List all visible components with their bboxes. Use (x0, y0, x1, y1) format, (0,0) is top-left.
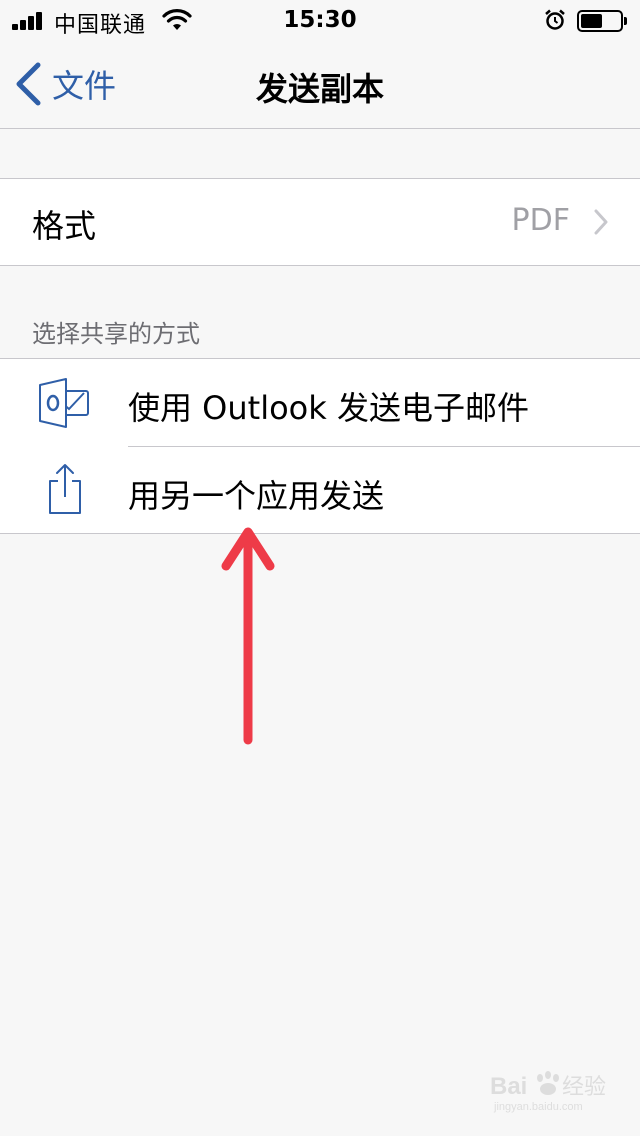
format-value: PDF (511, 203, 570, 238)
screen: 中国联通 15:30 文件 发送副本 格式 PDF 选择共享的方式 使用 Out… (0, 0, 640, 1136)
svg-text:经验: 经验 (562, 1075, 606, 1100)
share-options-list: 使用 Outlook 发送电子邮件 用另一个应用发送 (0, 358, 640, 534)
annotation-arrow-icon (221, 527, 275, 745)
share-other-app-label: 用另一个应用发送 (128, 477, 385, 515)
baidu-jingyan-watermark-logo: Bai 经验 jingyan.baidu.com (490, 1071, 606, 1113)
status-bar: 中国联通 15:30 (0, 0, 640, 40)
alarm-clock-icon (545, 9, 565, 30)
battery-icon (577, 10, 627, 32)
svg-text:jingyan.baidu.com: jingyan.baidu.com (493, 1101, 583, 1113)
svg-text:Bai: Bai (490, 1073, 527, 1100)
share-icon (49, 464, 81, 514)
share-other-app-item[interactable]: 用另一个应用发送 (0, 447, 640, 534)
chevron-right-icon (594, 209, 608, 235)
outlook-icon (39, 378, 89, 428)
share-outlook-email-item[interactable]: 使用 Outlook 发送电子邮件 (0, 359, 640, 447)
format-label: 格式 (32, 207, 97, 245)
page-title: 发送副本 (255, 70, 384, 108)
share-section-header: 选择共享的方式 (32, 320, 200, 348)
navigation-bar: 文件 发送副本 (0, 40, 640, 129)
format-row[interactable]: 格式 PDF (0, 178, 640, 266)
share-outlook-label: 使用 Outlook 发送电子邮件 (128, 389, 529, 427)
